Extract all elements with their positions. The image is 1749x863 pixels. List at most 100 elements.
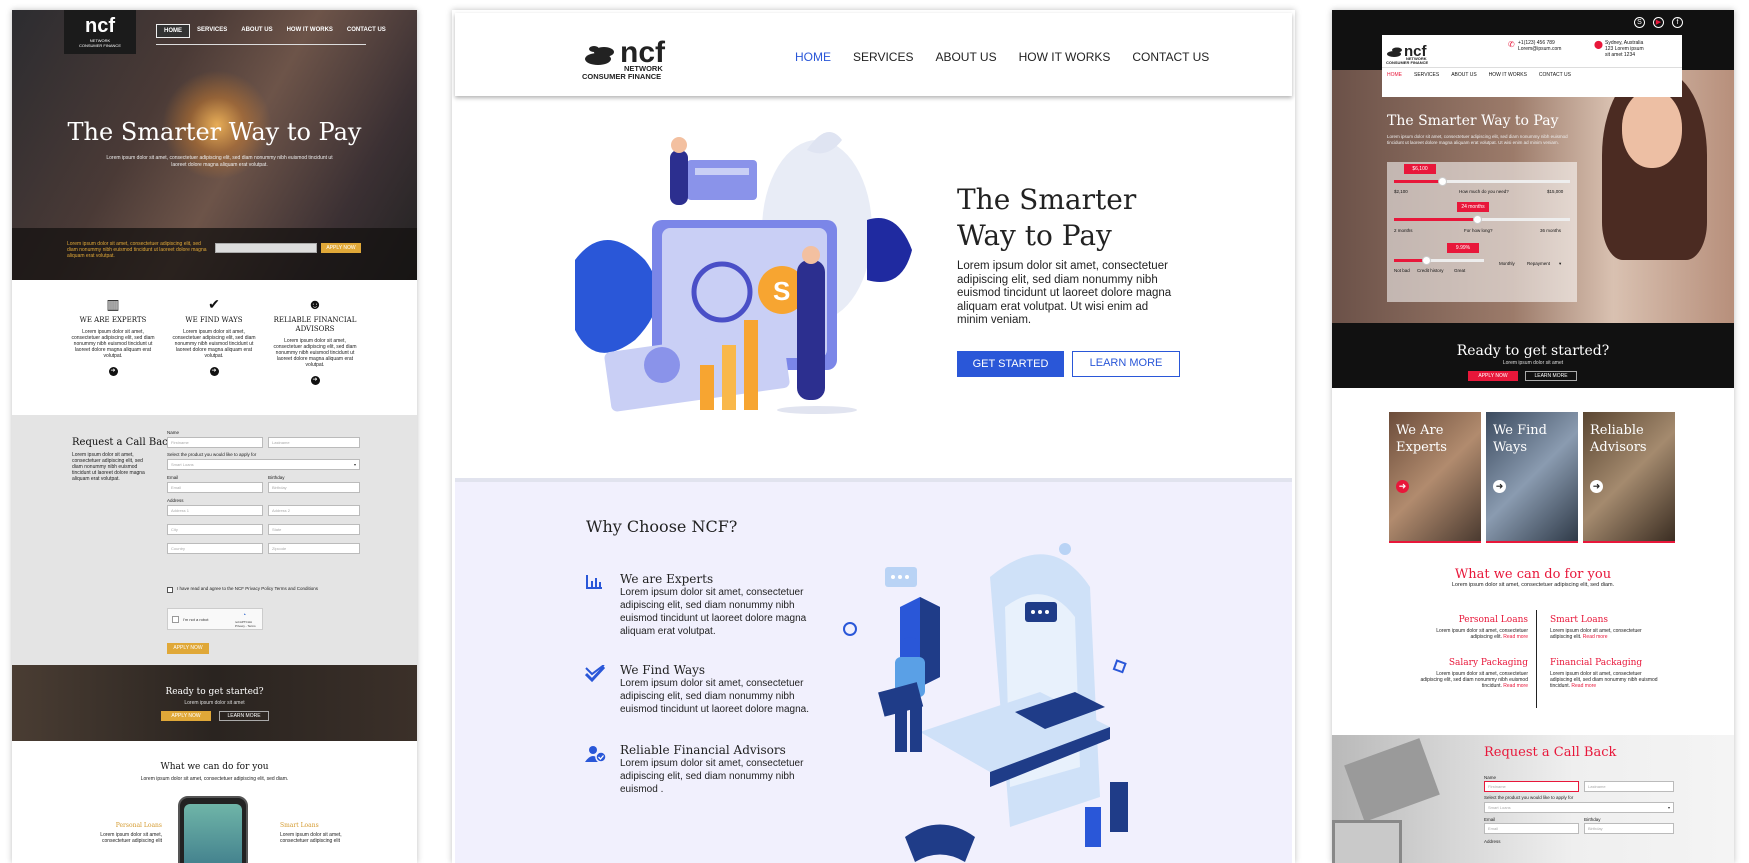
logo-brand: ncf (85, 15, 115, 37)
nav-services[interactable]: SERVICES (190, 24, 234, 38)
strip-text: Lorem ipsum dolor sit amet, consectetuer… (67, 241, 207, 259)
why-illustration (843, 543, 1128, 862)
get-started-button[interactable]: GET STARTED (957, 351, 1064, 377)
chart-icon-glyph (586, 575, 602, 589)
advisor-icon: ☻ (307, 296, 323, 312)
read-more-link[interactable]: Read more (1503, 683, 1528, 689)
nav-services[interactable]: SERVICES (853, 50, 913, 64)
middle-mockup: ncf NETWORK CONSUMER FINANCE HOME SERVIC… (452, 10, 1295, 863)
arrow-right-icon[interactable]: ➜ (108, 367, 118, 376)
email-input[interactable]: Email (167, 482, 263, 493)
logo-line2: CONSUMER FINANCE (78, 43, 121, 48)
nav-home[interactable]: HOME (156, 24, 190, 38)
service-title: Smart Loans (280, 822, 319, 829)
arrow-right-icon[interactable]: ➜ (1493, 480, 1506, 493)
feature-desc: Lorem ipsum dolor sit amet, consectetuer… (71, 329, 155, 359)
recaptcha-box[interactable]: I'm not a robot ◔ reCAPTCHA Privacy - Te… (167, 608, 263, 630)
address2-input[interactable]: Address 2 (268, 505, 360, 516)
nav-about[interactable]: ABOUT US (935, 50, 996, 64)
ready-learn-button[interactable]: LEARN MORE (219, 711, 269, 721)
callback-desc: Lorem ipsum dolor sit amet, consectetuer… (72, 452, 145, 482)
why-item-desc: Lorem ipsum dolor sit amet, consectetuer… (620, 758, 804, 795)
apply-strip: Lorem ipsum dolor sit amet, consectetuer… (12, 228, 417, 280)
callback-apply-button[interactable]: APPLY NOW (167, 643, 209, 654)
nav-home[interactable]: HOME (1387, 72, 1402, 78)
nav-contact[interactable]: CONTACT US (340, 24, 393, 38)
service-title: Smart Loans (1550, 615, 1609, 625)
facebook-icon[interactable]: f (1672, 17, 1683, 28)
lastname-input[interactable]: Lastname (1584, 781, 1674, 792)
product-select[interactable]: Smart Loans ▾ (1484, 802, 1674, 813)
nav-how[interactable]: HOW IT WORKS (1489, 72, 1527, 78)
firstname-input[interactable]: Firstname (167, 437, 263, 448)
rate-slider[interactable] (1394, 256, 1484, 265)
nav-services[interactable]: SERVICES (1414, 72, 1439, 78)
term-slider-handle[interactable] (1472, 215, 1482, 224)
learn-more-button[interactable]: LEARN MORE (1072, 351, 1180, 377)
nav-about[interactable]: ABOUT US (234, 24, 279, 38)
amount-slider-handle[interactable] (1437, 177, 1447, 186)
nav-home[interactable]: HOME (795, 50, 831, 64)
arrow-right-icon[interactable]: ➜ (1396, 480, 1409, 493)
arrow-right-icon[interactable]: ➜ (209, 367, 219, 376)
hero-section: S ▶ f ncf NETWORK CONSUMER FINANCE ✆ +1(… (1332, 10, 1734, 388)
card-title-line2: Experts (1396, 440, 1447, 455)
feature-title: We Are Experts (79, 316, 147, 324)
nav-how[interactable]: HOW IT WORKS (280, 24, 340, 38)
email-input[interactable]: Email (1484, 823, 1579, 834)
lastname-input[interactable]: Lastname (268, 437, 360, 448)
service-salary-packaging: Salary Packaging Lorem ipsum dolor sit a… (1420, 658, 1528, 689)
card-title-line1: Reliable (1590, 423, 1644, 438)
logo[interactable]: ncf NETWORK CONSUMER FINANCE (582, 31, 682, 88)
card-advisors[interactable]: Reliable Advisors ➜ (1583, 412, 1675, 543)
read-more-link[interactable]: Read more (1503, 634, 1528, 640)
left-mockup: ncf NETWORK CONSUMER FINANCE HOME SERVIC… (12, 10, 417, 863)
country-input[interactable]: Country (167, 543, 263, 554)
contact-email[interactable]: Lorem@ipsum.com (1518, 46, 1561, 52)
card-experts[interactable]: We Are Experts ➜ (1389, 412, 1481, 543)
nav-contact[interactable]: CONTACT US (1132, 50, 1209, 64)
strip-input[interactable] (215, 243, 317, 253)
product-label: Select the product you would like to app… (167, 452, 257, 457)
nav-how[interactable]: HOW IT WORKS (1019, 50, 1111, 64)
firstname-input[interactable]: Firstname (1484, 781, 1579, 792)
youtube-icon[interactable]: ▶ (1653, 17, 1664, 28)
term-slider[interactable] (1394, 215, 1570, 224)
service-title: Personal Loans (115, 822, 162, 829)
ready-apply-button[interactable]: APPLY NOW (161, 711, 211, 721)
agree-checkbox[interactable] (167, 587, 173, 593)
ready-apply-button[interactable]: APPLY NOW (1468, 371, 1518, 381)
zipcode-input[interactable]: Zipcode (268, 543, 360, 554)
repay-label[interactable]: Repayment (1527, 261, 1550, 266)
amount-slider[interactable] (1394, 177, 1570, 186)
read-more-link[interactable]: Read more (1571, 683, 1596, 689)
address1-input[interactable]: Address 1 (167, 505, 263, 516)
birthday-input[interactable]: Birthday (1584, 823, 1674, 834)
nav-contact[interactable]: CONTACT US (1539, 72, 1571, 78)
city-input[interactable]: City (167, 524, 263, 535)
robot-checkbox[interactable] (172, 616, 179, 623)
product-select[interactable]: Smart Loans ▾ (167, 459, 360, 470)
arrow-right-icon[interactable]: ➜ (1590, 480, 1603, 493)
skype-icon[interactable]: S (1634, 17, 1645, 28)
rate-mid: Credit history (1417, 268, 1444, 273)
contact-address3: sit amet 1234 (1605, 52, 1636, 58)
card-ways[interactable]: We Find Ways ➜ (1486, 412, 1578, 543)
arrow-right-icon[interactable]: ➜ (310, 376, 320, 385)
site-header: ncf NETWORK CONSUMER FINANCE HOME SERVIC… (455, 13, 1292, 96)
state-input[interactable]: State (268, 524, 360, 535)
strip-apply-button[interactable]: APPLY NOW (321, 243, 361, 253)
ready-learn-button[interactable]: LEARN MORE (1525, 371, 1577, 381)
birthday-input[interactable]: Birthday (268, 482, 360, 493)
agree-label: I have read and agree to the NCF Privacy… (177, 586, 318, 591)
feature-desc: Lorem ipsum dolor sit amet, consectetuer… (273, 338, 357, 368)
privacy-terms-link[interactable]: Privacy - Terms (235, 624, 256, 628)
logo[interactable]: ncf NETWORK CONSUMER FINANCE (64, 10, 136, 54)
nav-about[interactable]: ABOUT US (1451, 72, 1476, 78)
address-label: Address (1484, 839, 1501, 844)
service-title: Salary Packaging (1448, 658, 1528, 668)
repay-value[interactable]: Monthly (1499, 261, 1515, 266)
read-more-link[interactable]: Read more (1583, 634, 1608, 640)
rate-slider-handle[interactable] (1422, 256, 1432, 265)
amount-max: $15,000 (1547, 189, 1564, 194)
